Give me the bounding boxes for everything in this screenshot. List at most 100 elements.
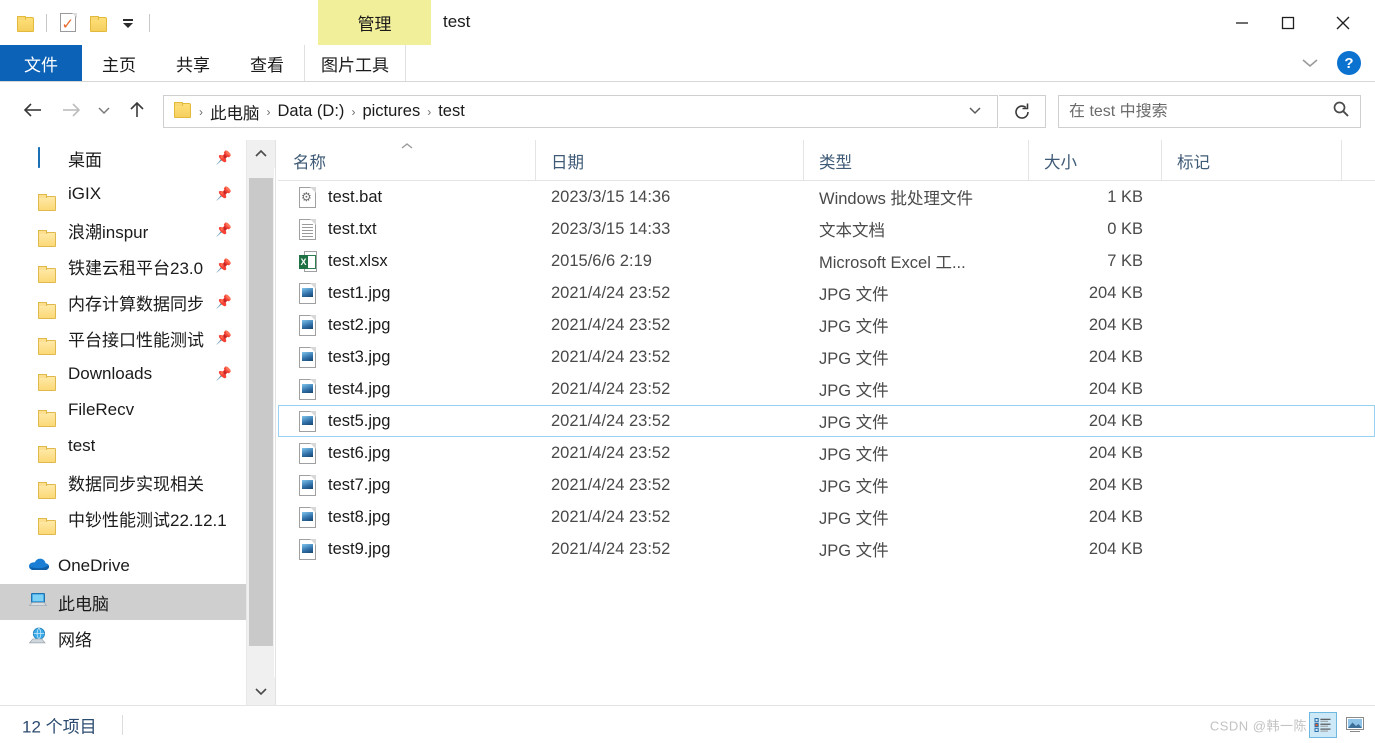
minimize-icon[interactable] [1219,0,1265,45]
table-row[interactable]: test9.jpg 2021/4/24 23:52 JPG 文件 204 KB [278,533,1375,565]
sidebar-item-network[interactable]: 网络 [0,620,246,656]
sidebar-item-api-perf[interactable]: 平台接口性能测试 📌 [0,320,246,356]
column-header-tags[interactable]: 标记 [1162,140,1342,181]
pin-icon[interactable]: 📌 [216,186,232,202]
table-row[interactable]: test1.jpg 2021/4/24 23:52 JPG 文件 204 KB [278,277,1375,309]
refresh-icon[interactable] [999,95,1046,128]
details-view-icon[interactable] [1309,711,1337,738]
breadcrumb-item-2[interactable]: pictures [362,102,420,121]
pin-icon[interactable]: 📌 [216,366,232,382]
tab-view-label: 查看 [250,55,284,75]
new-folder-icon[interactable] [83,8,113,38]
tab-picture-tools[interactable]: 图片工具 [304,45,406,81]
column-header-type[interactable]: 类型 [804,140,1029,181]
search-icon[interactable] [1332,100,1350,123]
help-label: ? [1344,54,1354,72]
sidebar-item-label: OneDrive [58,556,130,575]
txt-file-icon [299,218,318,240]
forward-arrow-icon[interactable] [52,91,90,129]
file-type: JPG 文件 [819,382,889,400]
jpg-file-icon [299,410,318,432]
close-icon[interactable] [1311,0,1375,45]
sidebar-item-desktop[interactable]: 桌面 📌 [0,140,246,176]
sidebar-item-test[interactable]: test [0,428,246,464]
breadcrumb-item-0[interactable]: 此电脑 [210,100,260,124]
up-arrow-icon[interactable] [118,91,156,129]
sidebar-item-tiejian[interactable]: 铁建云租平台23.0 📌 [0,248,246,284]
pin-icon[interactable]: 📌 [216,150,232,166]
table-row[interactable]: X test.xlsx 2015/6/6 2:19 Microsoft Exce… [278,245,1375,277]
table-row[interactable]: test2.jpg 2021/4/24 23:52 JPG 文件 204 KB [278,309,1375,341]
pin-icon[interactable]: 📌 [216,294,232,310]
scrollbar-thumb[interactable] [249,178,273,646]
column-header-date[interactable]: 日期 [536,140,804,181]
column-header-size[interactable]: 大小 [1029,140,1162,181]
tab-view[interactable]: 查看 [230,45,304,81]
properties-icon[interactable]: ✓ [53,8,83,38]
maximize-icon[interactable] [1265,0,1311,45]
chevron-down-icon[interactable] [1293,48,1327,78]
table-row[interactable]: test6.jpg 2021/4/24 23:52 JPG 文件 204 KB [278,437,1375,469]
search-box[interactable] [1058,95,1361,128]
status-divider [122,715,123,735]
sidebar-item-downloads[interactable]: Downloads 📌 [0,356,246,392]
navigation-pane: 桌面 📌 iGIX 📌 浪潮inspur 📌 铁建云租平台23.0 📌 内存计算… [0,140,246,705]
search-input[interactable] [1069,102,1332,121]
table-row[interactable]: test8.jpg 2021/4/24 23:52 JPG 文件 204 KB [278,501,1375,533]
file-name: test7.jpg [328,475,391,494]
file-name-cell: test6.jpg [279,442,537,464]
sidebar-item-onedrive[interactable]: OneDrive [0,548,246,584]
file-name-cell: test9.jpg [279,538,537,560]
item-count-label: 12 个项目 [22,717,97,736]
file-size: 204 KB [1088,379,1143,398]
table-row[interactable]: test.txt 2023/3/15 14:33 文本文档 0 KB [278,213,1375,245]
table-row[interactable]: test4.jpg 2021/4/24 23:52 JPG 文件 204 KB [278,373,1375,405]
chevron-up-icon[interactable] [247,140,275,168]
breadcrumb-item-3[interactable]: test [438,102,465,121]
toolbar-divider-2 [149,14,150,32]
large-icons-view-icon[interactable] [1341,712,1369,738]
customize-dropdown-icon[interactable] [113,8,143,38]
sidebar-item-zhongchao[interactable]: 中钞性能测试22.12.1 [0,500,246,536]
file-size: 204 KB [1088,347,1143,366]
file-date: 2021/4/24 23:52 [551,507,671,526]
table-row[interactable]: ⚙ test.bat 2023/3/15 14:36 Windows 批处理文件… [278,181,1375,213]
folder-icon[interactable] [10,8,40,38]
contextual-tab-manage[interactable]: 管理 [318,0,431,45]
tab-home[interactable]: 主页 [82,45,156,81]
status-bar: 12 个项目 CSDN @韩一陈 [0,705,1375,743]
help-icon[interactable]: ? [1337,51,1361,75]
breadcrumb[interactable]: › 此电脑 › Data (D:) › pictures › test [163,95,998,128]
pin-icon[interactable]: 📌 [216,330,232,346]
pin-icon[interactable]: 📌 [216,258,232,274]
sidebar-item-data-sync[interactable]: 数据同步实现相关 [0,464,246,500]
pin-icon[interactable]: 📌 [216,222,232,238]
sidebar-item-label: FileRecv [68,400,135,419]
sidebar-item-inspur[interactable]: 浪潮inspur 📌 [0,212,246,248]
toolbar-divider [46,14,47,32]
column-header-label: 名称 [293,153,326,172]
column-header-name[interactable]: 名称 [278,140,536,181]
table-row[interactable]: test3.jpg 2021/4/24 23:52 JPG 文件 204 KB [278,341,1375,373]
sidebar-item-filerecv[interactable]: FileRecv [0,392,246,428]
chevron-down-icon[interactable] [247,677,275,705]
tab-share[interactable]: 共享 [156,45,230,81]
address-dropdown-icon[interactable] [967,103,983,121]
back-arrow-icon[interactable] [14,91,52,129]
sidebar-item-memory-sync[interactable]: 内存计算数据同步 📌 [0,284,246,320]
recent-locations-icon[interactable] [90,91,118,129]
breadcrumb-item-1[interactable]: Data (D:) [278,102,345,121]
table-row[interactable]: test7.jpg 2021/4/24 23:52 JPG 文件 204 KB [278,469,1375,501]
breadcrumb-separator-3: › [427,104,432,119]
sidebar-scrollbar[interactable] [246,140,275,705]
table-row-selected[interactable]: test5.jpg 2021/4/24 23:52 JPG 文件 204 KB [278,405,1375,437]
file-name-cell: test3.jpg [279,346,537,368]
pane-divider[interactable] [275,140,276,705]
tab-file[interactable]: 文件 [0,45,82,81]
sidebar-item-igix[interactable]: iGIX 📌 [0,176,246,212]
file-name-cell: test7.jpg [279,474,537,496]
address-bar: › 此电脑 › Data (D:) › pictures › test [0,85,1375,135]
sidebar-item-this-pc[interactable]: 此电脑 [0,584,246,620]
sidebar-item-label: 中钞性能测试22.12.1 [68,510,227,530]
file-size: 0 KB [1107,219,1143,238]
